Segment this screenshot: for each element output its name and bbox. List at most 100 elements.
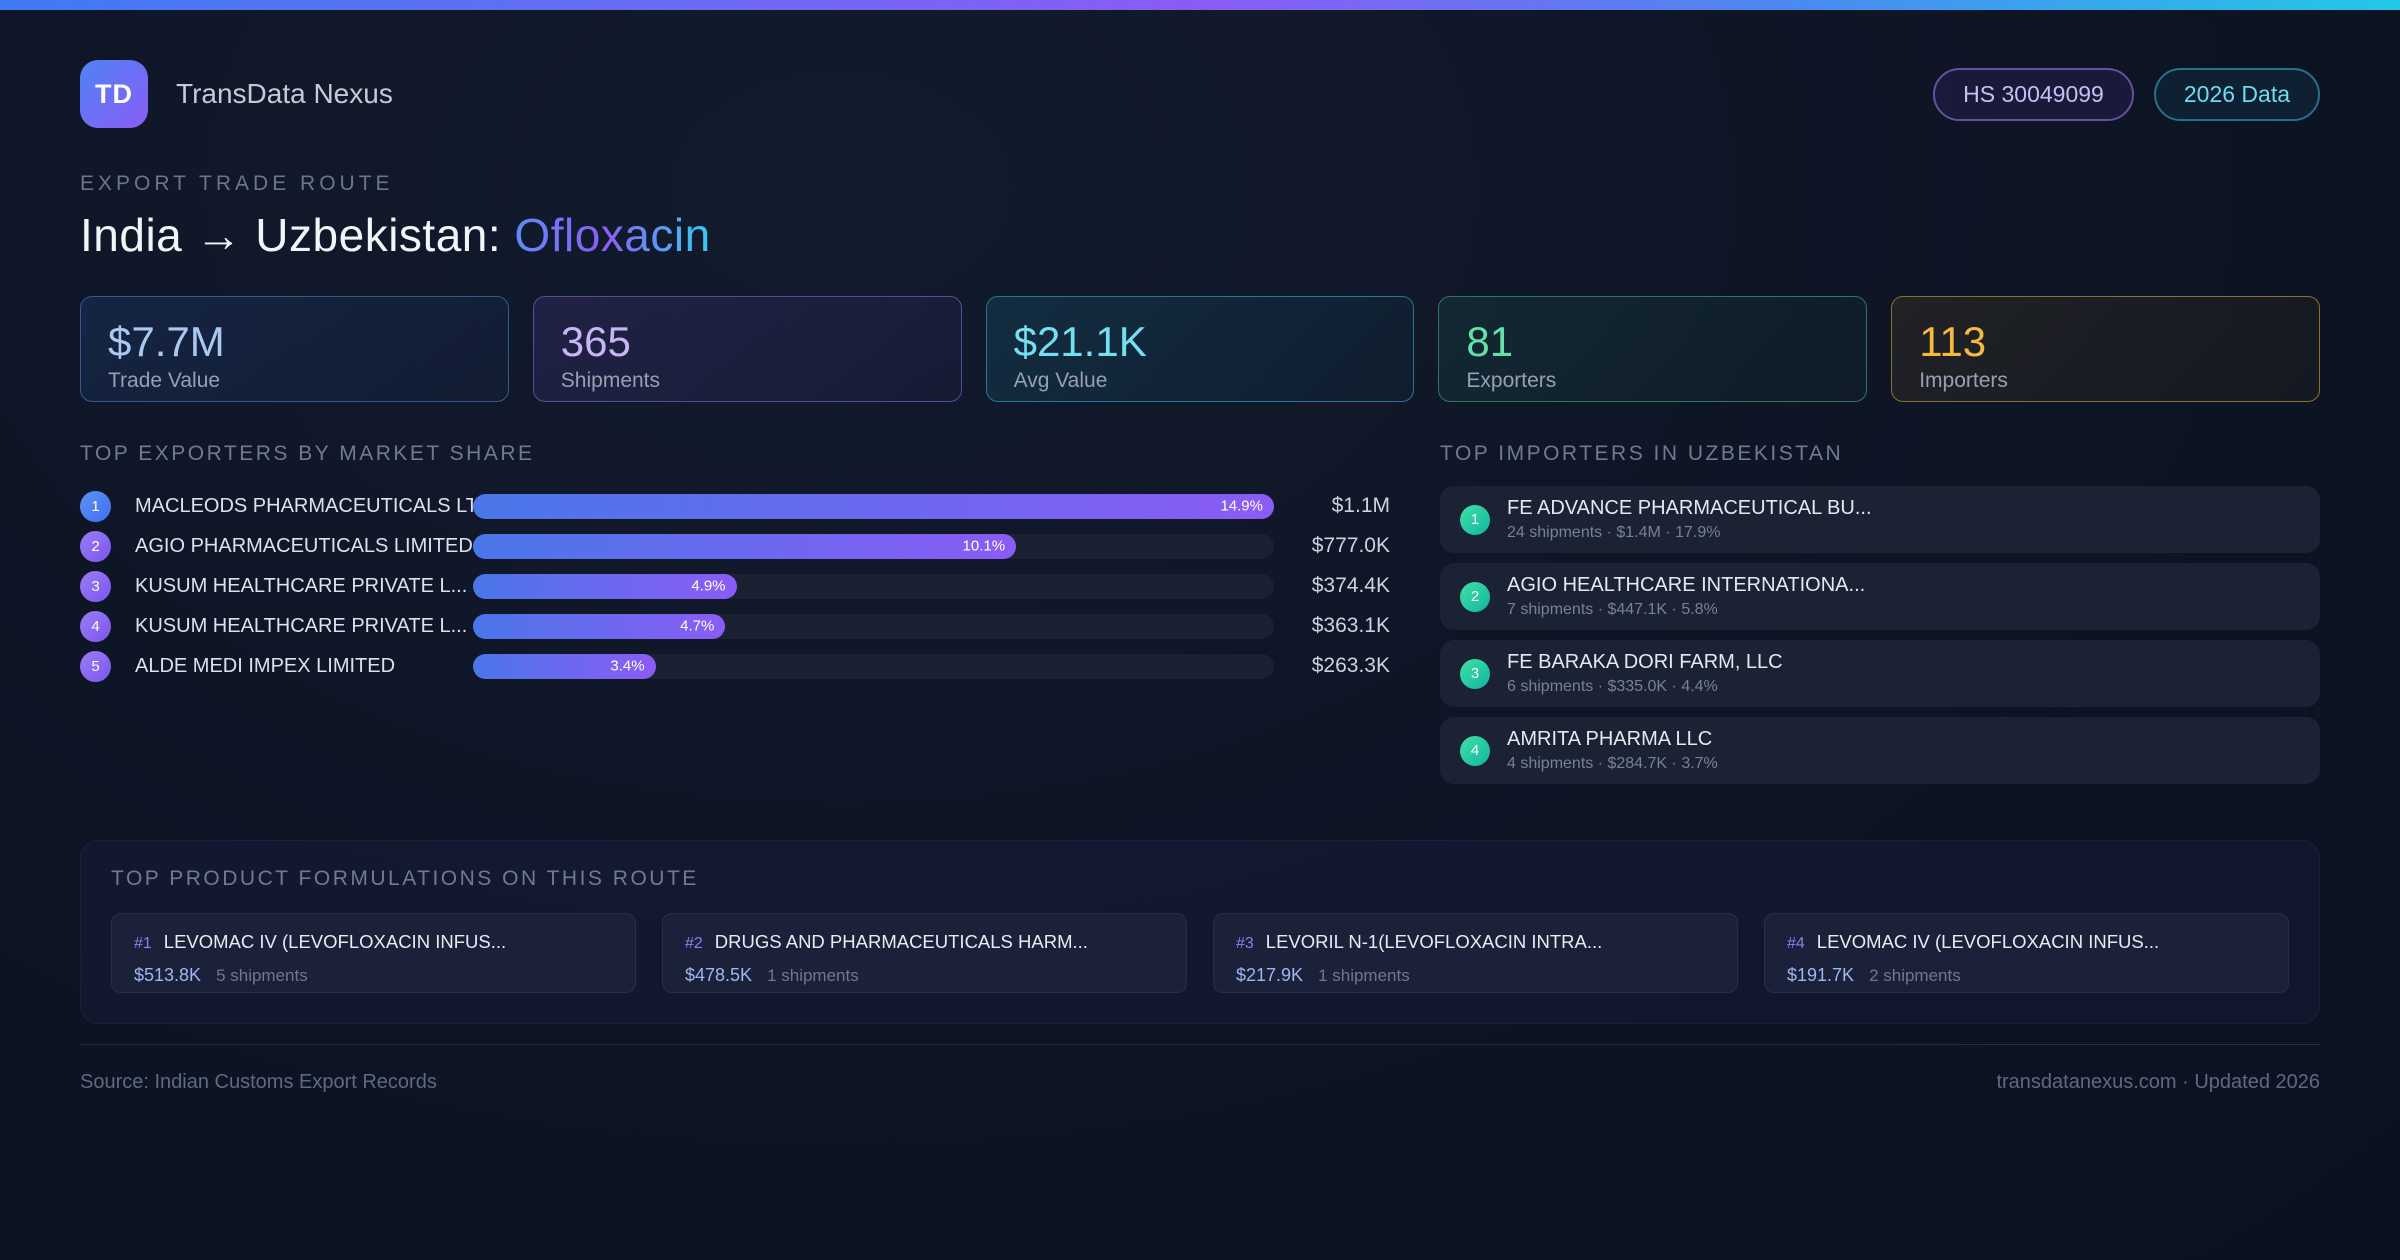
exporter-value: $263.3K — [1311, 654, 1390, 677]
product-card: #4 LEVOMAC IV (LEVOFLOXACIN INFUS... $19… — [1764, 913, 2289, 993]
product-shipments: 2 shipments — [1869, 966, 1961, 985]
market-share-bar-track: 3.4% — [473, 653, 1274, 679]
product-name: LEVORIL N-1(LEVOFLOXACIN INTRA... — [1265, 931, 1603, 952]
exporter-name: KUSUM HEALTHCARE PRIVATE L... — [135, 614, 468, 637]
page-title-product: Ofloxacin — [514, 209, 711, 261]
product-value: $217.9K — [1236, 965, 1304, 985]
product-shipments: 5 shipments — [216, 966, 308, 985]
exporter-name: AGIO PHARMACEUTICALS LIMITED — [135, 534, 473, 557]
data-year-badge[interactable]: 2026 Data — [2153, 67, 2320, 121]
app-logo: TD — [80, 60, 148, 128]
market-share-bar-track: 4.9% — [473, 573, 1274, 599]
stat-value: 365 — [560, 318, 631, 365]
stat-card-exporters: 81 Exporters — [1438, 296, 1868, 402]
importers-heading: TOP IMPORTERS IN UZBEKISTAN — [1440, 442, 1844, 465]
importer-card: 2 AGIO HEALTHCARE INTERNATIONA... 7 ship… — [1440, 563, 2320, 630]
stat-value: $21.1K — [1013, 318, 1147, 365]
market-share-bar-track: 14.9% — [473, 493, 1274, 519]
products-list: #1 LEVOMAC IV (LEVOFLOXACIN INFUS... $51… — [111, 913, 2289, 993]
product-rank: #4 — [1787, 935, 1805, 952]
product-name: LEVOMAC IV (LEVOFLOXACIN INFUS... — [163, 931, 507, 952]
exporters-section: TOP EXPORTERS BY MARKET SHARE 1 MACLEODS… — [80, 442, 1390, 686]
market-share-bar-track: 10.1% — [473, 533, 1274, 559]
rank-badge: 5 — [80, 650, 111, 682]
page-title-main: India → Uzbekistan: — [80, 209, 515, 261]
stat-card-trade-value: $7.7M Trade Value — [80, 296, 509, 402]
market-share-bar-fill: 14.9% — [473, 493, 1274, 519]
product-rank: #2 — [685, 935, 703, 952]
product-rank: #3 — [1236, 935, 1254, 952]
rank-badge: 4 — [80, 610, 111, 642]
product-value: $478.5K — [685, 965, 753, 985]
stat-label: Importers — [1919, 369, 2008, 393]
market-share-percent: 14.9% — [1220, 497, 1263, 515]
importer-meta: 24 shipments · $1.4M · 17.9% — [1507, 524, 1721, 541]
market-share-bar-track: 4.7% — [473, 613, 1274, 639]
exporter-row: 3 KUSUM HEALTHCARE PRIVATE L... 4.9% $37… — [80, 566, 1390, 606]
exporters-heading: TOP EXPORTERS BY MARKET SHARE — [80, 442, 535, 465]
exporter-row: 2 AGIO PHARMACEUTICALS LIMITED 10.1% $77… — [80, 526, 1390, 566]
stat-card-importers: 113 Importers — [1891, 296, 2320, 402]
market-share-percent: 10.1% — [962, 537, 1006, 555]
exporters-list: 1 MACLEODS PHARMACEUTICALS LTD 14.9% $1.… — [80, 486, 1390, 686]
top-accent-bar — [0, 0, 2400, 10]
product-name: LEVOMAC IV (LEVOFLOXACIN INFUS... — [1816, 931, 2160, 952]
products-heading: TOP PRODUCT FORMULATIONS ON THIS ROUTE — [111, 867, 699, 890]
market-share-percent: 3.4% — [610, 657, 645, 675]
market-share-bar-fill: 3.4% — [473, 653, 656, 679]
importers-section: TOP IMPORTERS IN UZBEKISTAN 1 FE ADVANCE… — [1440, 442, 2320, 794]
importer-meta: 6 shipments · $335.0K · 4.4% — [1507, 678, 1718, 695]
market-share-bar-fill: 10.1% — [473, 533, 1017, 559]
stat-value: 113 — [1919, 318, 1987, 365]
stat-value: 81 — [1466, 318, 1514, 365]
brand: TD TransData Nexus — [80, 60, 393, 128]
importer-name: FE ADVANCE PHARMACEUTICAL BU... — [1507, 497, 1872, 519]
stat-cards: $7.7M Trade Value 365 Shipments $21.1K A… — [80, 296, 2320, 402]
importer-card: 1 FE ADVANCE PHARMACEUTICAL BU... 24 shi… — [1440, 486, 2320, 553]
rank-badge: 2 — [1460, 581, 1490, 612]
stat-label: Avg Value — [1013, 369, 1108, 393]
product-shipments: 1 shipments — [1318, 966, 1410, 985]
exporter-value: $1.1M — [1331, 494, 1390, 517]
page-title: India → Uzbekistan: Ofloxacin — [80, 208, 2320, 262]
importer-meta: 4 shipments · $284.7K · 3.7% — [1507, 755, 1718, 772]
product-value: $191.7K — [1787, 965, 1855, 985]
page-container: TD TransData Nexus HS 30049099 2026 Data… — [0, 60, 2400, 1094]
product-value: $513.8K — [134, 965, 202, 985]
stat-label: Trade Value — [108, 369, 221, 393]
header-badges: HS 30049099 2026 Data — [1933, 67, 2320, 121]
stat-value: $7.7M — [108, 318, 225, 365]
market-share-percent: 4.9% — [691, 577, 726, 595]
route-eyebrow: EXPORT TRADE ROUTE — [80, 172, 394, 195]
importer-card: 4 AMRITA PHARMA LLC 4 shipments · $284.7… — [1440, 717, 2320, 784]
product-card: #3 LEVORIL N-1(LEVOFLOXACIN INTRA... $21… — [1213, 913, 1738, 993]
main-columns: TOP EXPORTERS BY MARKET SHARE 1 MACLEODS… — [80, 442, 2320, 794]
exporter-name: KUSUM HEALTHCARE PRIVATE L... — [135, 574, 468, 597]
exporter-name: ALDE MEDI IMPEX LIMITED — [135, 654, 396, 677]
rank-badge: 1 — [80, 490, 111, 522]
importer-meta: 7 shipments · $447.1K · 5.8% — [1507, 601, 1718, 618]
hs-code-badge[interactable]: HS 30049099 — [1933, 67, 2134, 121]
exporter-row: 5 ALDE MEDI IMPEX LIMITED 3.4% $263.3K — [80, 646, 1390, 686]
rank-badge: 4 — [1460, 735, 1490, 766]
footer-site: transdatanexus.com · Updated 2026 — [1996, 1071, 2320, 1093]
market-share-percent: 4.7% — [680, 617, 715, 635]
exporter-row: 4 KUSUM HEALTHCARE PRIVATE L... 4.7% $36… — [80, 606, 1390, 646]
footer: Source: Indian Customs Export Records tr… — [80, 1044, 2320, 1094]
rank-badge: 3 — [80, 570, 111, 602]
importer-name: AGIO HEALTHCARE INTERNATIONA... — [1507, 574, 1866, 596]
exporter-name: MACLEODS PHARMACEUTICALS LTD — [135, 494, 473, 517]
product-name: DRUGS AND PHARMACEUTICALS HARM... — [714, 931, 1088, 952]
app-name: TransData Nexus — [176, 78, 393, 109]
rank-badge: 2 — [80, 530, 111, 562]
market-share-bar-fill: 4.9% — [473, 573, 737, 599]
stat-card-avg-value: $21.1K Avg Value — [985, 296, 1415, 402]
product-card: #1 LEVOMAC IV (LEVOFLOXACIN INFUS... $51… — [111, 913, 636, 993]
importer-card: 3 FE BARAKA DORI FARM, LLC 6 shipments ·… — [1440, 640, 2320, 707]
header: TD TransData Nexus HS 30049099 2026 Data — [80, 60, 2320, 128]
exporter-value: $374.4K — [1311, 574, 1390, 597]
importer-name: AMRITA PHARMA LLC — [1507, 728, 1713, 750]
exporter-value: $777.0K — [1311, 534, 1390, 557]
product-rank: #1 — [134, 935, 152, 952]
importer-name: FE BARAKA DORI FARM, LLC — [1507, 651, 1783, 673]
